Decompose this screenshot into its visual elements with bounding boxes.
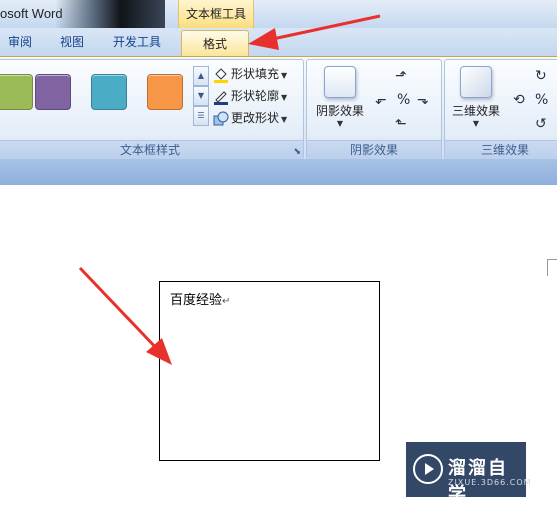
chevron-down-icon: ▼ xyxy=(336,119,344,128)
textbox-text: 百度经验 xyxy=(170,293,223,308)
context-tab-group-header: 文本框工具 xyxy=(178,0,254,28)
window-title: osoft Word xyxy=(0,6,63,21)
shadow-nudge-left-icon[interactable]: ⬐ xyxy=(375,92,387,108)
tab-view[interactable]: 视图 xyxy=(50,28,94,56)
style-swatch-green[interactable] xyxy=(0,74,33,110)
change-shape-icon xyxy=(213,111,229,125)
shadow-nudge-right-icon[interactable]: ⬎ xyxy=(417,92,429,108)
ribbon-tab-row: 审阅 视图 开发工具 格式 xyxy=(0,28,557,57)
ribbon: ▲ ▼ ☰ 形状填充 ▼ 形状轮廓 ▼ 更改形状 ▼ 文本框样式 ⬊ 阴影效果 … xyxy=(0,56,557,160)
tilt-up-icon[interactable]: ↻ xyxy=(535,68,547,84)
3d-effects-group-label: 三维效果 xyxy=(445,140,557,159)
3d-effects-group: 三维效果 ▼ ↻ ⟲ % ↺ 三维效果 xyxy=(444,59,557,160)
tab-developer[interactable]: 开发工具 xyxy=(104,28,170,56)
chevron-down-icon: ▼ xyxy=(472,119,480,128)
title-bar-gradient xyxy=(55,0,165,28)
document-textbox[interactable]: 百度经验↵ xyxy=(159,281,380,461)
play-logo-icon xyxy=(413,454,443,484)
shadow-effect-icon xyxy=(324,66,356,98)
3d-effects-button-label: 三维效果 xyxy=(451,104,500,118)
3d-toggle-icon[interactable]: % xyxy=(535,92,548,108)
style-swatch-purple[interactable] xyxy=(35,74,71,110)
ribbon-bottom-strip xyxy=(0,159,557,185)
change-shape-button[interactable]: 更改形状 ▼ xyxy=(213,108,287,128)
gallery-scroll-up-button[interactable]: ▲ xyxy=(193,66,209,86)
shape-outline-button[interactable]: 形状轮廓 ▼ xyxy=(213,86,287,106)
tilt-down-icon[interactable]: ↺ xyxy=(535,116,547,132)
shadow-nudge-down-icon[interactable]: ⬑ xyxy=(395,116,407,132)
shape-fill-label: 形状填充 xyxy=(231,67,280,81)
shadow-effects-button[interactable]: 阴影效果 ▼ xyxy=(311,66,369,128)
pencil-outline-icon xyxy=(214,90,228,105)
3d-effects-button[interactable]: 三维效果 ▼ xyxy=(447,66,505,128)
shadow-nudge-up-icon[interactable]: ⬏ xyxy=(395,68,407,84)
shadow-effects-button-label: 阴影效果 xyxy=(315,104,364,118)
shadow-toggle-icon[interactable]: % xyxy=(397,92,410,108)
tilt-left-icon[interactable]: ⟲ xyxy=(513,92,525,108)
gallery-more-button[interactable]: ☰ xyxy=(193,106,209,126)
paint-bucket-icon xyxy=(214,67,228,83)
paragraph-mark-icon: ↵ xyxy=(222,296,231,307)
watermark-subtitle: ZIXUE.3D66.COM xyxy=(448,478,532,487)
textbox-styles-group: ▲ ▼ ☰ 形状填充 ▼ 形状轮廓 ▼ 更改形状 ▼ 文本框样式 ⬊ xyxy=(0,59,304,160)
style-swatch-orange[interactable] xyxy=(147,74,183,110)
shape-outline-label: 形状轮廓 xyxy=(231,89,280,103)
shadow-effects-group-label: 阴影效果 xyxy=(307,140,441,159)
3d-effect-icon xyxy=(460,66,492,98)
textbox-styles-group-label: 文本框样式 xyxy=(0,140,303,159)
style-swatch-teal[interactable] xyxy=(91,74,127,110)
change-shape-label: 更改形状 xyxy=(231,111,280,125)
shape-fill-button[interactable]: 形状填充 ▼ xyxy=(213,64,287,84)
tab-format[interactable]: 格式 xyxy=(181,30,249,57)
tab-review[interactable]: 审阅 xyxy=(0,28,40,56)
title-bar: osoft Word 文本框工具 xyxy=(0,0,557,28)
dialog-launcher-icon[interactable]: ⬊ xyxy=(293,147,301,157)
shadow-effects-group: 阴影效果 ▼ ⬏ ⬐ % ⬎ ⬑ 阴影效果 xyxy=(306,59,442,160)
textbox-content[interactable]: 百度经验↵ xyxy=(170,289,230,308)
watermark: 溜溜自学 ZIXUE.3D66.COM xyxy=(406,442,531,505)
gallery-scroll-down-button[interactable]: ▼ xyxy=(193,86,209,106)
page-margin-marker xyxy=(547,259,557,276)
